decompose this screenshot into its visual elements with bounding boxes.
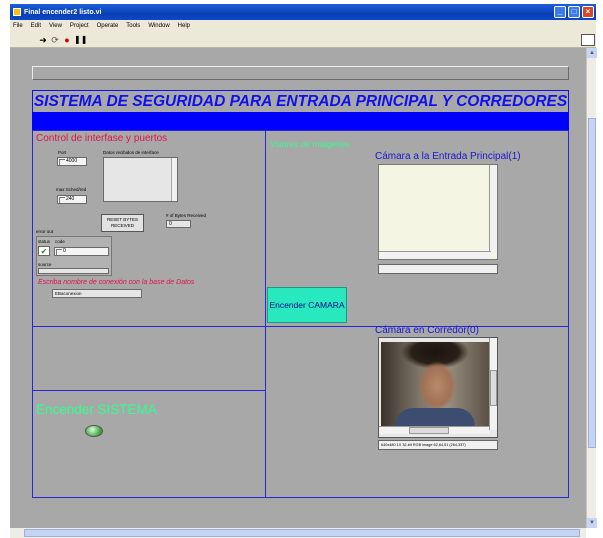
person-image <box>395 408 475 426</box>
labview-icon <box>13 8 21 16</box>
camera1-hscroll[interactable] <box>379 251 491 259</box>
section-title-control: Control de interfase y puertos <box>36 133 168 144</box>
camera0-hscroll[interactable] <box>379 426 489 434</box>
window-title-bar: Final encender2 listo.vi _ □ × <box>10 4 596 20</box>
camera0-video-frame <box>381 342 489 426</box>
db-connection-input[interactable]: EBaconexion <box>52 289 142 298</box>
visores-title: Visores de Imágenes <box>270 139 350 149</box>
menu-file[interactable]: File <box>13 23 23 29</box>
menu-bar: File Edit View Project Operate Tools Win… <box>10 20 596 32</box>
minimize-icon[interactable]: _ <box>554 6 566 18</box>
scroll-down-icon[interactable]: ▼ <box>587 518 597 528</box>
menu-view[interactable]: View <box>49 23 62 29</box>
window-title: Final encender2 listo.vi <box>24 8 102 16</box>
run-arrow-icon[interactable]: ➜ <box>38 35 48 45</box>
abort-icon[interactable]: ● <box>62 35 72 45</box>
datos-label: Datos recibidos de interface <box>103 150 159 155</box>
error-source-field <box>38 268 109 274</box>
source-label: source <box>38 262 52 267</box>
system-power-button[interactable] <box>85 425 103 437</box>
menu-tools[interactable]: Tools <box>126 23 140 29</box>
camera1-title: Cámara a la Entrada Principal(1) <box>375 151 521 162</box>
bytes-received-value: 0 <box>166 220 191 228</box>
decoration-bar <box>32 66 569 80</box>
page-title: SISTEMA DE SEGURIDAD PARA ENTRADA PRINCI… <box>32 90 569 112</box>
vertical-scrollbar[interactable]: ▲ ▼ <box>586 48 597 528</box>
camera1-image-display[interactable] <box>378 164 498 260</box>
camera0-vscroll[interactable] <box>489 338 497 430</box>
hscroll-thumb[interactable] <box>24 529 580 537</box>
pause-icon[interactable]: ❚❚ <box>74 35 87 45</box>
left-divider-1 <box>32 326 265 327</box>
db-connection-prompt: Escriba nombre de conexión con la base d… <box>38 279 195 286</box>
port-label: Port <box>58 150 67 155</box>
maximize-icon[interactable]: □ <box>568 6 580 18</box>
camera0-hscroll-thumb[interactable] <box>409 427 449 434</box>
camera0-title: Cámara en Corredor(0) <box>375 325 479 336</box>
max-backlog-input[interactable]: 240 <box>57 195 87 204</box>
menu-project[interactable]: Project <box>70 23 89 29</box>
error-code-value: 0 <box>54 247 109 256</box>
scroll-thumb[interactable] <box>588 118 596 448</box>
run-continuous-icon[interactable]: ⟳ <box>50 35 60 45</box>
vi-icon <box>581 34 595 46</box>
scroll-up-icon[interactable]: ▲ <box>587 48 597 58</box>
camera0-vscroll-thumb[interactable] <box>490 370 497 406</box>
port-input[interactable]: 4000 <box>57 157 87 166</box>
system-switch-label: Encender SISTEMA <box>36 402 157 417</box>
menu-window[interactable]: Window <box>148 23 169 29</box>
reset-bytes-button[interactable]: RESET BYTES RECEIVED <box>101 214 144 232</box>
status-check-icon: ✔ <box>38 246 50 256</box>
code-label: code <box>55 239 65 244</box>
datos-textbox[interactable] <box>103 157 178 202</box>
bytes-received-label: # of Bytes Received <box>166 213 207 218</box>
camera1-status <box>378 264 498 274</box>
menu-operate[interactable]: Operate <box>97 23 119 29</box>
close-icon[interactable]: × <box>582 6 594 18</box>
vertical-divider <box>265 130 266 498</box>
camera-on-button[interactable]: Encender CAMARA <box>267 287 347 323</box>
status-label: status <box>38 239 51 244</box>
left-divider-2 <box>32 390 265 391</box>
menu-edit[interactable]: Edit <box>31 23 41 29</box>
datos-scrollbar[interactable] <box>171 158 177 201</box>
error-out-label: error out <box>36 229 54 234</box>
toolbar: ➜ ⟳ ● ❚❚ <box>10 32 596 48</box>
menu-help[interactable]: Help <box>178 23 190 29</box>
camera0-status: 640x480 1X 32-bit RGB image 62,64,51 (26… <box>378 440 498 450</box>
horizontal-scrollbar[interactable] <box>10 528 586 538</box>
camera1-vscroll[interactable] <box>489 165 497 253</box>
max-backlog-label: max Sched/red <box>56 187 87 192</box>
title-band <box>32 112 569 130</box>
